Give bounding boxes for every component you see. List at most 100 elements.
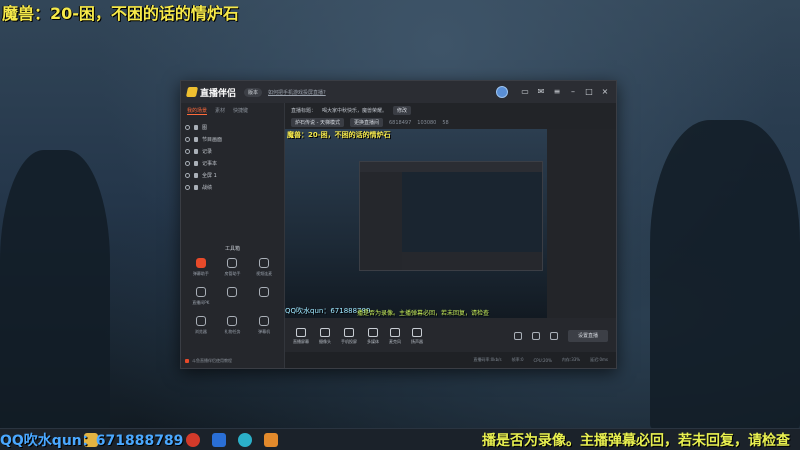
lock-icon[interactable] xyxy=(194,184,198,190)
eye-icon[interactable] xyxy=(185,160,190,166)
screen-icon xyxy=(296,327,306,337)
live-preview[interactable]: 魔兽：20-困，不困的话的情炉石 QQ吹水qun：671888789 播是否为录… xyxy=(285,129,547,318)
video-icon xyxy=(185,359,189,363)
room-id: 6818497 xyxy=(389,119,412,126)
tool-video-link[interactable]: 视频连麦 xyxy=(248,258,280,277)
titlebar: 直播伴侣 版本 如何把手机游戏投屏直播? ▭ ✉ ≡ – □ × xyxy=(181,81,616,103)
tutorial-link[interactable]: 斗鱼直播伴侣使用教程 xyxy=(185,358,232,364)
scene-item[interactable]: 战绩 xyxy=(185,181,280,193)
tool-pk[interactable]: 直播间PK xyxy=(185,287,217,306)
avatar[interactable] xyxy=(496,86,508,98)
camera-button[interactable]: 摄像头 xyxy=(319,327,331,345)
media-button[interactable]: 多媒体 xyxy=(367,327,379,345)
tool-room-admin[interactable]: 房管助手 xyxy=(217,258,249,277)
tool-icon xyxy=(259,287,270,297)
maximize-icon[interactable]: □ xyxy=(584,87,594,97)
scene-item[interactable]: 节目画面 xyxy=(185,133,280,145)
scene-item[interactable]: 记事本 xyxy=(185,157,280,169)
silhouette-tree xyxy=(0,150,110,430)
sidebar: 我的场景 素材 快捷键 图 节目画面 记录 记事本 全屏 1 战绩 工具箱 弹幕… xyxy=(181,103,285,368)
lock-icon[interactable] xyxy=(194,148,198,154)
minimize-icon[interactable]: – xyxy=(568,87,578,97)
edge-browser-icon[interactable] xyxy=(238,433,252,447)
status-memory: 内存:33% xyxy=(561,357,581,362)
status-cpu: CPU:20% xyxy=(533,357,552,363)
tool-label: 浏览器 xyxy=(194,329,207,334)
scene-label: 记录 xyxy=(202,148,213,155)
app-logo: 直播伴侣 xyxy=(185,86,236,99)
version-button[interactable]: 版本 xyxy=(244,87,263,97)
eye-icon[interactable] xyxy=(185,124,190,130)
gift-icon xyxy=(227,316,238,326)
admin-icon xyxy=(227,258,238,268)
tool-6[interactable] xyxy=(248,287,280,306)
eye-icon[interactable] xyxy=(185,172,190,178)
nested-preview-window xyxy=(359,161,543,271)
tool-label: 弹幕助手 xyxy=(192,271,209,276)
category-selector[interactable]: 炉石传说 - 天梯模式 xyxy=(291,118,344,127)
scene-label: 记事本 xyxy=(202,160,218,167)
microphone-button[interactable]: 麦克风 xyxy=(389,327,401,345)
tool-label: 直播间PK xyxy=(192,300,210,305)
menu-icon[interactable]: ≡ xyxy=(552,87,562,97)
record-toggle-icon[interactable] xyxy=(514,332,522,340)
tool-danmaku[interactable]: 弹幕助手 xyxy=(185,258,217,277)
scene-item[interactable]: 图 xyxy=(185,121,280,133)
live-title-label: 直播标题： xyxy=(291,108,317,114)
qq-group-overlay: QQ吹水qun：671888789 xyxy=(0,433,184,449)
speaker-button[interactable]: 扬声器 xyxy=(411,327,423,345)
live-companion-window: 直播伴侣 版本 如何把手机游戏投屏直播? ▭ ✉ ≡ – □ × 我的场景 素材… xyxy=(180,80,617,369)
record-icon[interactable]: ▭ xyxy=(520,87,530,97)
edit-title-button[interactable]: 修改 xyxy=(393,106,412,115)
tab-hotkeys[interactable]: 快捷键 xyxy=(233,107,248,115)
tool-5[interactable] xyxy=(217,287,249,306)
tool-browser[interactable]: 浏览器 xyxy=(185,316,217,335)
lock-icon[interactable] xyxy=(194,172,198,178)
tab-assets[interactable]: 素材 xyxy=(215,107,225,115)
scene-label: 战绩 xyxy=(202,184,213,191)
settings-icon[interactable] xyxy=(550,332,558,340)
control-label: 摄像头 xyxy=(319,338,331,344)
status-bitrate: 直播码率:0kb/s xyxy=(473,357,502,362)
close-icon[interactable]: × xyxy=(600,87,610,97)
tool-label: 视频连麦 xyxy=(256,271,273,276)
scene-label: 全屏 1 xyxy=(202,172,217,179)
lock-icon[interactable] xyxy=(194,160,198,166)
eye-icon[interactable] xyxy=(185,136,190,142)
video-link-icon xyxy=(259,258,270,268)
browser-icon xyxy=(195,316,206,326)
status-bar: 直播码率:0kb/s 帧率:0 CPU:20% 内存:33% 延迟:0ms xyxy=(285,352,616,368)
danmaku-machine-icon xyxy=(259,316,270,326)
control-label: 扬声器 xyxy=(411,338,423,344)
promo-link[interactable]: 如何把手机游戏投屏直播? xyxy=(268,89,326,96)
scene-label: 图 xyxy=(202,124,208,131)
screen-capture-button[interactable]: 直播屏幕 xyxy=(293,327,309,345)
netease-music-icon[interactable] xyxy=(186,433,200,447)
phone-icon xyxy=(344,327,354,337)
message-icon[interactable]: ✉ xyxy=(536,87,546,97)
eye-icon[interactable] xyxy=(185,184,190,190)
phone-cast-button[interactable]: 手机投屏 xyxy=(341,327,357,345)
nested-controls xyxy=(402,252,542,270)
eye-icon[interactable] xyxy=(185,148,190,154)
control-label: 直播屏幕 xyxy=(293,338,309,344)
tab-scenes[interactable]: 我的场景 xyxy=(187,107,208,115)
danmaku-icon xyxy=(195,258,206,268)
live-companion-taskbar-icon[interactable] xyxy=(264,433,278,447)
start-live-button[interactable]: 设置直播 xyxy=(568,330,608,342)
scrolling-ticker: 播是否为录像。主播弹幕必回，若未回复，请检查 xyxy=(482,433,790,449)
tool-danmaku-machine[interactable]: 弹幕机 xyxy=(248,316,280,335)
scene-item[interactable]: 全屏 1 xyxy=(185,169,280,181)
eye-toggle-icon[interactable] xyxy=(532,332,540,340)
preview-title-overlay: 魔兽：20-困，不困的话的情炉石 xyxy=(287,131,391,139)
change-category-button[interactable]: 更换直播间 xyxy=(349,118,383,127)
lock-icon[interactable] xyxy=(194,136,198,142)
scene-list: 图 节目画面 记录 记事本 全屏 1 战绩 xyxy=(181,119,284,195)
lock-icon[interactable] xyxy=(194,124,198,130)
scene-item[interactable]: 记录 xyxy=(185,145,280,157)
tool-gift-task[interactable]: 礼物任务 xyxy=(217,316,249,335)
app-icon[interactable] xyxy=(212,433,226,447)
status-latency: 延迟:0ms xyxy=(590,357,608,362)
stream-title-overlay: 魔兽：20-困，不困的话的情炉石 xyxy=(2,4,239,23)
source-controls: 直播屏幕 摄像头 手机投屏 多媒体 麦克风 扬声器 设置直播 xyxy=(285,318,616,354)
